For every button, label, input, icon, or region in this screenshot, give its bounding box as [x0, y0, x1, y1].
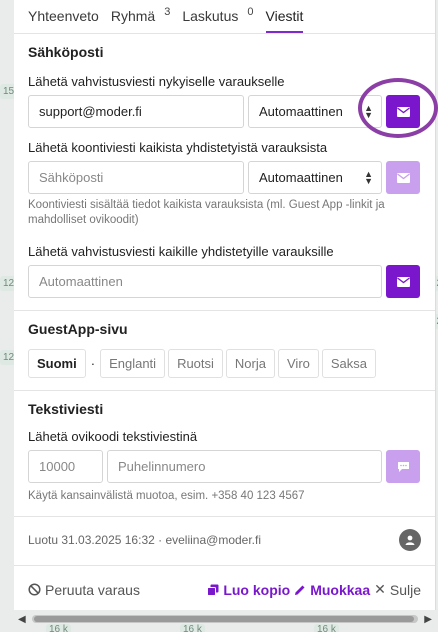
copy-icon — [207, 584, 219, 596]
confirm-current-email-input[interactable]: support@moder.fi — [28, 95, 244, 128]
input-placeholder: Puhelinnumero — [118, 459, 206, 474]
select-value: Automaattinen — [259, 104, 343, 119]
tab-billing[interactable]: Laskutus 0 — [182, 6, 254, 33]
language-english[interactable]: Englanti — [100, 349, 166, 378]
close-icon: ✕ — [374, 581, 386, 597]
cancel-reservation-button[interactable]: Peruuta varaus — [28, 582, 140, 598]
tab-label: Ryhmä — [110, 8, 156, 24]
envelope-icon — [396, 276, 410, 287]
phone-number-input[interactable]: Puhelinnumero — [107, 450, 382, 483]
tab-count: 0 — [247, 6, 254, 18]
calendar-cell: 16 k — [180, 624, 205, 632]
account-message-language-select[interactable]: Automaattinen ▲ ▼ — [248, 161, 382, 194]
pencil-icon — [295, 585, 305, 595]
send-confirmation-all-button[interactable] — [386, 265, 420, 298]
button-label: Luo kopio — [223, 581, 291, 598]
account-message-label: Lähetä koontiviesti kaikista yhdistetyis… — [28, 140, 328, 155]
sms-section: Tekstiviesti Lähetä ovikoodi tekstiviest… — [14, 391, 435, 504]
sms-section-title: Tekstiviesti — [28, 401, 104, 417]
select-value: Automaattinen — [259, 170, 343, 185]
highlight-annotation — [358, 78, 438, 138]
tab-summary[interactable]: Yhteenveto — [28, 8, 99, 33]
input-placeholder: 10000 — [39, 459, 76, 474]
sms-label: Lähetä ovikoodi tekstiviestinä — [28, 429, 198, 444]
language-list: Suomi · Englanti Ruotsi Norja Viro Saksa — [28, 349, 421, 378]
scroll-right-icon[interactable]: ▶ — [424, 614, 432, 625]
envelope-icon — [396, 172, 410, 183]
tab-group[interactable]: Ryhmä 3 — [110, 6, 171, 33]
tab-messages[interactable]: Viestit — [265, 8, 304, 33]
tab-label: Yhteenveto — [28, 8, 99, 24]
tab-label: Viestit — [265, 8, 304, 24]
tab-bar: Yhteenveto Ryhmä 3 Laskutus 0 Viestit — [14, 0, 435, 34]
send-account-message-button[interactable] — [386, 161, 420, 194]
sms-hint: Käytä kansainvälistä muotoa, esim. +358 … — [28, 490, 305, 502]
language-estonian[interactable]: Viro — [278, 349, 319, 378]
send-sms-button[interactable] — [386, 450, 420, 483]
horizontal-scrollbar[interactable]: ◀ ▶ — [14, 612, 436, 625]
button-label: Peruuta varaus — [45, 581, 140, 598]
language-separator: · — [90, 356, 96, 371]
calendar-cell: 16 k — [46, 624, 71, 632]
country-code-input[interactable]: 10000 — [28, 450, 103, 483]
confirm-all-language-select[interactable]: Automaattinen — [28, 265, 382, 298]
confirm-all-label: Lähetä vahvistusviesti kaikille yhdistet… — [28, 244, 334, 259]
account-message-hint: Koontiviesti sisältää tiedot kaikista va… — [28, 199, 385, 226]
meta-section: Luotu 31.03.2025 16:32 · eveliina@moder.… — [14, 517, 435, 551]
tab-count: 3 — [164, 6, 171, 18]
input-value: support@moder.fi — [39, 104, 142, 119]
email-section-title: Sähköposti — [28, 44, 104, 60]
scroll-left-icon[interactable]: ◀ — [18, 614, 26, 625]
button-label: Muokkaa — [310, 581, 371, 598]
button-label: Sulje — [389, 581, 421, 598]
input-placeholder: Automaattinen — [39, 274, 123, 289]
edit-button[interactable]: Muokkaa — [294, 582, 370, 598]
language-finnish[interactable]: Suomi — [28, 349, 86, 378]
language-norwegian[interactable]: Norja — [225, 349, 275, 378]
language-german[interactable]: Saksa — [321, 349, 377, 378]
user-avatar-icon[interactable] — [399, 529, 421, 551]
create-copy-button[interactable]: Luo kopio — [207, 582, 290, 598]
created-info: Luotu 31.03.2025 16:32 · eveliina@moder.… — [28, 533, 262, 547]
guestapp-section-title: GuestApp-sivu — [28, 321, 128, 337]
calendar-cell: 16 k — [314, 624, 339, 632]
account-message-email-input[interactable]: Sähköposti — [28, 161, 244, 194]
language-swedish[interactable]: Ruotsi — [168, 349, 223, 378]
message-icon — [397, 461, 409, 472]
scrollbar-thumb[interactable] — [34, 616, 414, 622]
footer-actions: Peruuta varaus Luo kopio Muokkaa ✕ Sulje — [14, 566, 435, 598]
input-placeholder: Sähköposti — [39, 170, 104, 185]
email-section: Sähköposti Lähetä vahvistusviesti nykyis… — [14, 34, 435, 298]
tab-label: Laskutus — [182, 8, 239, 24]
guestapp-section: GuestApp-sivu Suomi · Englanti Ruotsi No… — [14, 311, 435, 378]
block-icon — [28, 583, 41, 596]
select-arrows-icon: ▲ ▼ — [364, 168, 373, 186]
close-button[interactable]: ✕ Sulje — [374, 581, 421, 598]
confirm-current-label: Lähetä vahvistusviesti nykyiselle varauk… — [28, 74, 285, 89]
